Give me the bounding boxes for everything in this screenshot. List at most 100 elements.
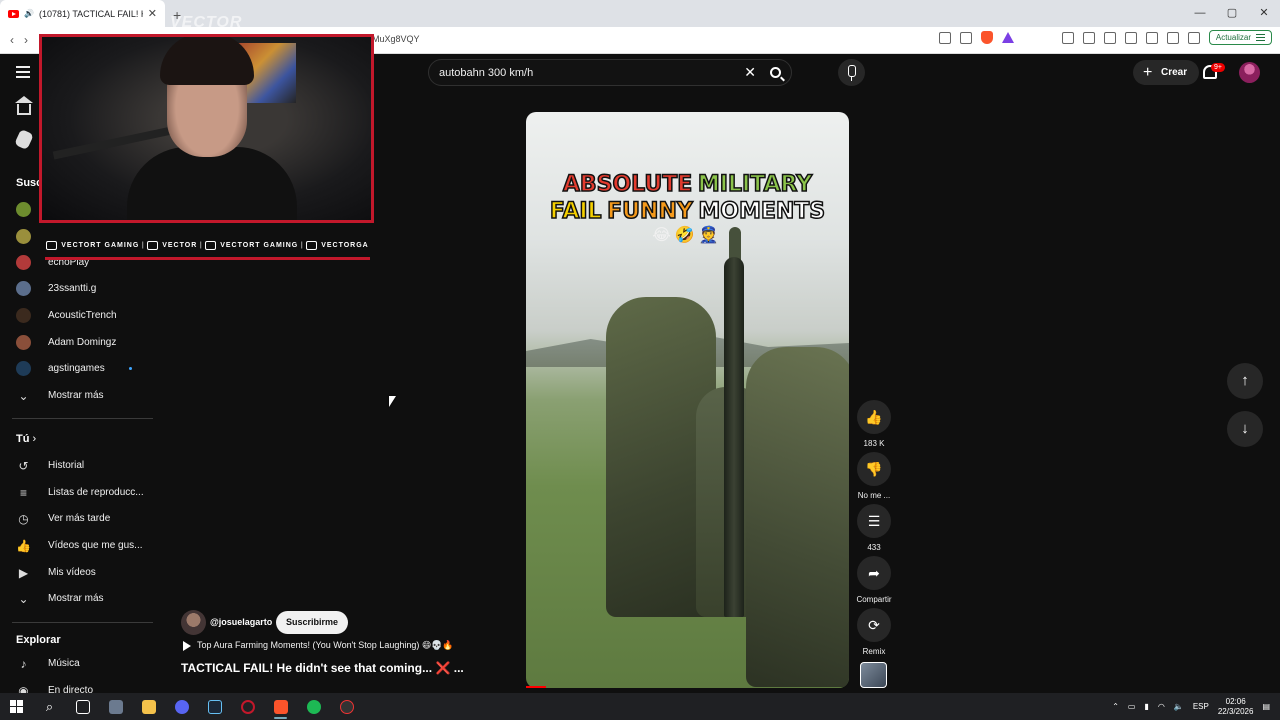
clock[interactable]: 02:06 22/3/2026	[1218, 697, 1254, 717]
subscribe-button[interactable]: Suscribirme	[276, 611, 349, 634]
like-action[interactable]: 👍 183 K	[856, 400, 892, 448]
video-title[interactable]: TACTICAL FAIL! He didn't see that coming…	[181, 661, 464, 675]
sidebar-icon[interactable]	[1124, 31, 1137, 44]
sidebar-show-more-2[interactable]: ⌄ Mostrar más	[16, 591, 103, 606]
share-action[interactable]: ➦ Compartir	[856, 556, 892, 604]
screen: 🔊 (10781) TACTICAL FAIL! He di... ✕ + — …	[0, 0, 1280, 720]
speaker-icon: 🔊	[24, 9, 34, 18]
vpn-icon[interactable]	[1187, 31, 1200, 44]
task-view[interactable]	[66, 693, 99, 720]
search-icon[interactable]	[770, 67, 781, 78]
wallet-icon[interactable]	[1145, 31, 1158, 44]
sidebar-sub-23ssantti[interactable]: 23ssantti.g	[16, 281, 96, 296]
network-icon[interactable]: ▭	[1128, 702, 1136, 711]
sidebar-item-my-videos[interactable]: ▶ Mis vídeos	[16, 565, 96, 580]
comments-action[interactable]: ☰ 433	[856, 504, 892, 552]
remix-action[interactable]: ⟳ Remix	[856, 608, 892, 656]
channel-avatar[interactable]	[181, 610, 206, 635]
extensions-icon[interactable]	[1061, 31, 1074, 44]
remix-icon[interactable]: ⟳	[857, 608, 891, 642]
video-progress-bar[interactable]	[526, 686, 546, 688]
account-avatar[interactable]	[1239, 62, 1260, 83]
dislike-icon[interactable]: 👎	[857, 452, 891, 486]
notification-badge: 9+	[1211, 63, 1225, 72]
windows-logo-icon	[10, 700, 23, 713]
next-short-button[interactable]: ↓	[1227, 411, 1263, 447]
rewards-icon[interactable]	[1001, 32, 1014, 43]
sidebar-sub-acoustictrench[interactable]: AcousticTrench	[16, 308, 117, 323]
previous-short-button[interactable]: ↑	[1227, 363, 1263, 399]
video-emojis: 😂🤣👮	[652, 227, 723, 244]
wifi-icon[interactable]: ◠	[1158, 702, 1165, 711]
sidebar-sub-agstingames[interactable]: agstingames	[16, 361, 105, 376]
sub-avatar-row[interactable]	[16, 229, 31, 244]
taskbar-brave[interactable]	[264, 693, 297, 720]
url-text[interactable]: MuXg8VQY	[372, 34, 420, 44]
channel-avatar	[16, 361, 31, 376]
voice-search-icon[interactable]	[838, 59, 865, 86]
notification-center-icon[interactable]: ▤	[1262, 702, 1270, 711]
taskbar-opera[interactable]	[231, 693, 264, 720]
menu-icon	[1256, 34, 1265, 41]
tab-search-icon[interactable]	[1082, 31, 1095, 44]
sidebar-item-history[interactable]: ↺ Historial	[16, 458, 84, 473]
share-page-icon[interactable]	[959, 31, 972, 44]
taskbar-app[interactable]	[99, 693, 132, 720]
browser-tab[interactable]: 🔊 (10781) TACTICAL FAIL! He di... ✕	[0, 0, 165, 27]
toolbar-icons: Actualizar	[938, 30, 1272, 45]
sidebar-item-liked[interactable]: 👍 Vídeos que me gus...	[16, 538, 143, 553]
media-icon[interactable]	[1103, 31, 1116, 44]
sidebar-show-more[interactable]: ⌄ Mostrar más	[16, 388, 103, 403]
search-input[interactable]: autobahn 300 km/h	[439, 67, 744, 79]
channel-handle[interactable]: @josuelagarto	[210, 617, 272, 627]
sidebar-item-music[interactable]: ♪ Música	[16, 656, 80, 671]
tray-expand-icon[interactable]: ⌃	[1112, 702, 1119, 711]
dislike-action[interactable]: 👎 No me ...	[856, 452, 892, 500]
share-icon[interactable]: ➦	[857, 556, 891, 590]
taskbar-spotify[interactable]	[297, 693, 330, 720]
minimize-button[interactable]: —	[1184, 0, 1216, 27]
clear-search-icon[interactable]: ✕	[744, 64, 756, 81]
sub-avatar-row[interactable]	[16, 202, 31, 217]
comment-icon[interactable]: ☰	[857, 504, 891, 538]
mic-tray-icon[interactable]: ▮	[1144, 702, 1148, 711]
share-label: Compartir	[856, 595, 892, 604]
channel-avatar	[16, 255, 31, 270]
taskbar-app[interactable]	[165, 693, 198, 720]
forward-icon[interactable]: ›	[24, 33, 28, 47]
language-indicator[interactable]: ESP	[1193, 702, 1209, 711]
back-icon[interactable]: ‹	[10, 33, 14, 47]
tab-close-button[interactable]: ✕	[148, 7, 157, 20]
sidebar-sub-adam-domingz[interactable]: Adam Domingz	[16, 335, 116, 350]
comment-count: 433	[867, 543, 881, 552]
taskbar-steam[interactable]	[198, 693, 231, 720]
start-button[interactable]	[0, 693, 33, 720]
you-heading[interactable]: Tú ›	[16, 433, 36, 445]
update-button[interactable]: Actualizar	[1208, 30, 1272, 45]
short-video-player[interactable]: ABSOLUTE MILITARY FAIL FUNNY MOMENTS 😂🤣👮	[526, 112, 849, 688]
cast-icon[interactable]	[938, 31, 951, 44]
create-button[interactable]: Crear	[1133, 60, 1200, 85]
app-icon	[174, 699, 189, 714]
close-window-button[interactable]: ✕	[1248, 0, 1280, 27]
sidebar-item-label: Mis vídeos	[48, 567, 96, 578]
shorts-icon[interactable]	[14, 128, 34, 151]
song-link[interactable]: Top Aura Farming Moments! (You Won't Sto…	[183, 640, 454, 651]
brave-shields-icon[interactable]	[980, 31, 993, 44]
more-ellipsis[interactable]: ...	[454, 661, 464, 675]
taskbar-explorer[interactable]	[132, 693, 165, 720]
sidebar-item-watch-later[interactable]: ◷ Ver más tarde	[16, 511, 110, 526]
leo-icon[interactable]	[1166, 31, 1179, 44]
channel-avatar	[16, 281, 31, 296]
restore-button[interactable]: ▢	[1216, 0, 1248, 27]
separator: |	[300, 241, 304, 249]
volume-icon[interactable]: 🔈	[1174, 702, 1184, 711]
home-icon[interactable]	[15, 96, 33, 115]
sidebar-item-playlists[interactable]: ≡ Listas de reproducc...	[16, 485, 144, 500]
search-box[interactable]: autobahn 300 km/h ✕	[428, 59, 792, 86]
sound-thumbnail[interactable]	[860, 662, 887, 688]
taskbar-app[interactable]	[330, 693, 363, 720]
hamburger-menu-icon[interactable]	[16, 66, 30, 78]
taskbar-search[interactable]: ⌕	[33, 693, 66, 720]
like-icon[interactable]: 👍	[857, 400, 891, 434]
